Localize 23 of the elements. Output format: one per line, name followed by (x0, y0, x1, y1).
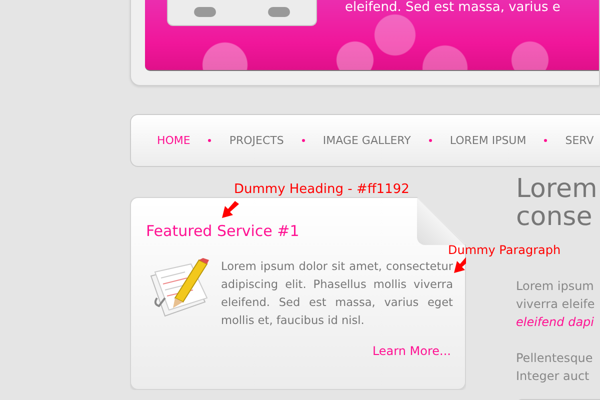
main-text: eleifend dapi (516, 314, 594, 331)
card-paragraph: Lorem ipsum dolor sit amet, consectetur adipiscing elit. Phasellus mollis viverra eleifend. Sed est massa, varius eget mollis et, faucibus id nisl. (221, 259, 453, 329)
annotation-arrow (221, 201, 241, 219)
main-heading: Lorem (516, 175, 598, 203)
nav-separator (544, 139, 548, 142)
nav-separator (428, 139, 432, 142)
learn-more-link[interactable]: Learn More... (372, 344, 451, 358)
banner-text: eleifend. Sed est massa, varius e (345, 0, 560, 15)
nav-link[interactable]: LOREM IPSUM (450, 134, 526, 147)
nav-link[interactable]: SERV (565, 134, 594, 147)
card-heading: Featured Service #1 (146, 222, 300, 240)
annotation-label: Dummy Heading - #ff1192 (234, 182, 410, 197)
main-heading: conse (516, 203, 592, 231)
nav-link[interactable]: PROJECTS (229, 134, 284, 147)
nav-separator (208, 139, 212, 142)
nav-separator (302, 139, 305, 142)
annotation-label: Dummy Paragraph (448, 243, 561, 257)
main-text: Integer auct (516, 368, 590, 385)
main-text: Pellentesque (516, 350, 593, 367)
nav-link[interactable]: HOME (157, 134, 190, 147)
main-text: viverra eleife (516, 296, 595, 313)
main-text: Lorem ipsum (516, 278, 594, 295)
nav-link[interactable]: IMAGE GALLERY (322, 134, 411, 147)
